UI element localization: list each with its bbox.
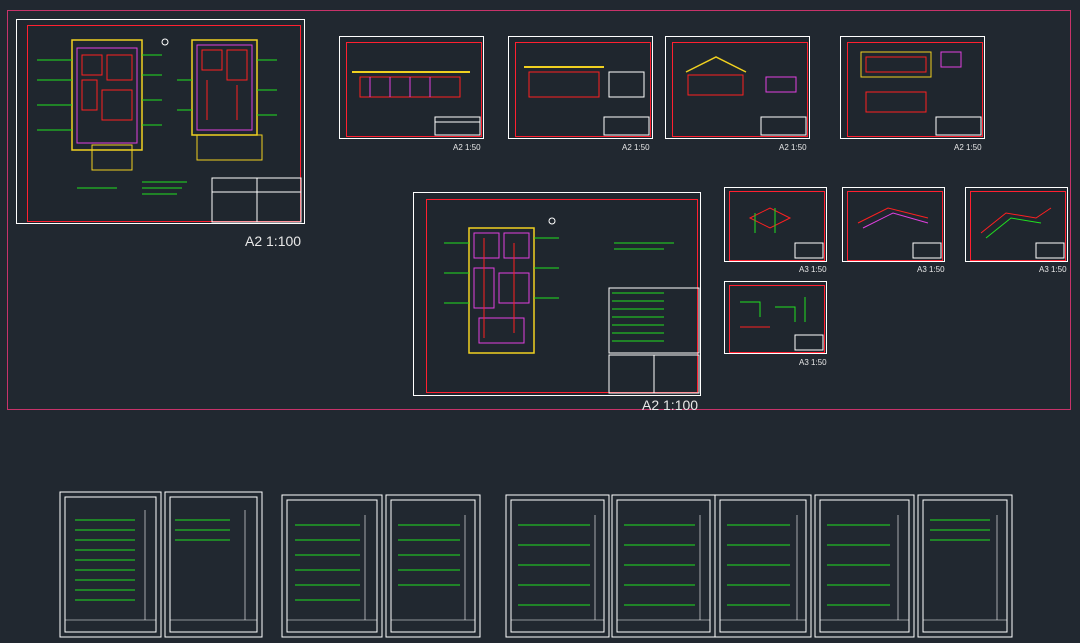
floor-plan-drawing: [444, 217, 700, 394]
scale-label-section-2: A2 1:50: [622, 143, 650, 152]
scale-label-iso-2: A3 1:50: [917, 265, 945, 274]
sheet-section-1[interactable]: [339, 36, 484, 139]
isometric-drawing: [980, 207, 1065, 259]
sheet-isometric-4[interactable]: [724, 281, 827, 354]
isometric-drawing: [857, 207, 942, 259]
floor-plan-drawing: [37, 38, 302, 223]
sheet-section-4[interactable]: [840, 36, 985, 139]
sheet-isometric-1[interactable]: [724, 187, 827, 262]
scale-label-sheet-a: A2 1:100: [245, 233, 302, 249]
section-drawing: [685, 56, 807, 136]
scale-label-iso-4: A3 1:50: [799, 358, 827, 367]
scale-label-iso-1: A3 1:50: [799, 265, 827, 274]
scale-label-sheet-b: A2 1:100: [642, 397, 699, 413]
sheet-floor-plans-a[interactable]: [16, 19, 305, 224]
sheet-section-2[interactable]: [508, 36, 653, 139]
scale-label-section-1: A2 1:50: [453, 143, 481, 152]
section-drawing: [524, 66, 650, 136]
sheet-isometric-2[interactable]: [842, 187, 945, 262]
sheet-floor-plan-b[interactable]: [413, 192, 701, 396]
isometric-drawing: [748, 207, 824, 259]
isometric-drawing: [740, 297, 824, 351]
section-drawing: [352, 71, 481, 136]
scale-label-iso-3: A3 1:50: [1039, 265, 1067, 274]
section-drawing: [860, 51, 982, 136]
scale-label-section-3: A2 1:50: [779, 143, 807, 152]
sheet-section-3[interactable]: [665, 36, 810, 139]
scale-label-section-4: A2 1:50: [954, 143, 982, 152]
sheet-isometric-3[interactable]: [965, 187, 1068, 262]
